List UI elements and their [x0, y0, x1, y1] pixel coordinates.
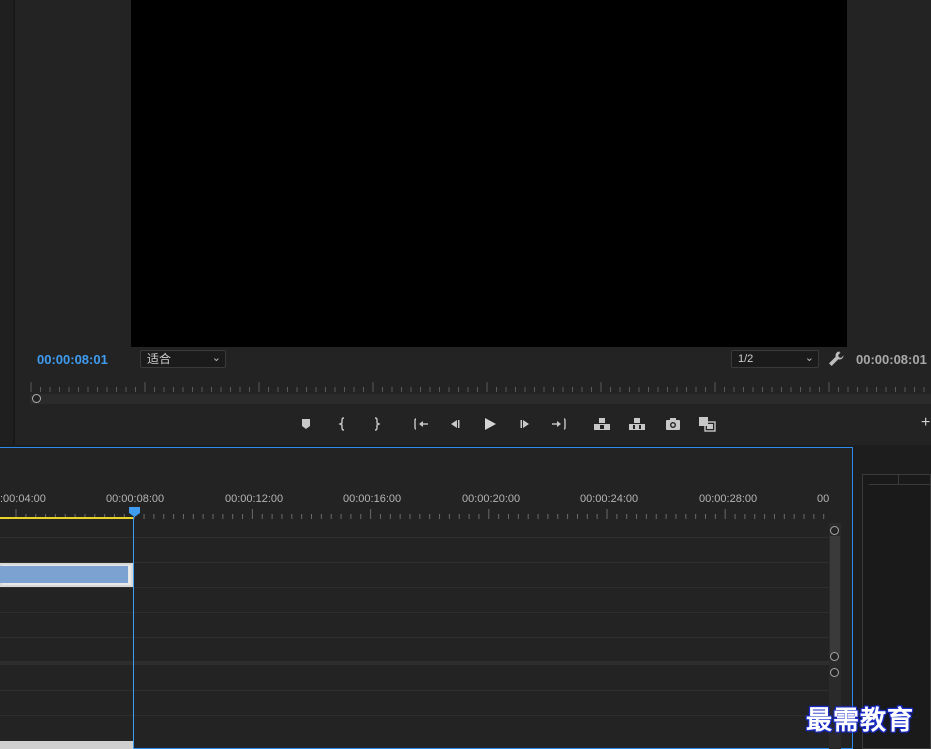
go-to-in-button[interactable] [411, 414, 431, 434]
ruler-label: 00:00:12:00 [225, 493, 284, 505]
watermark-logo: 最需教育 [806, 706, 915, 736]
audio-scroll-top-handle[interactable] [830, 668, 839, 677]
compare-icon [699, 417, 716, 432]
step-back-button[interactable] [445, 414, 465, 434]
go-to-out-icon [552, 418, 566, 430]
ruler-label: :00:04:00 [0, 493, 46, 505]
go-to-in-icon [414, 418, 428, 430]
chevron-down-icon: ⌄ [804, 352, 814, 364]
step-forward-icon [520, 420, 529, 428]
scrollbar-thumb[interactable] [830, 536, 840, 654]
mark-out-icon [374, 417, 381, 431]
extract-button[interactable] [627, 414, 647, 434]
step-forward-button[interactable] [515, 414, 535, 434]
ruler-label: 00:00:28:00 [699, 493, 758, 505]
button-editor-add-button[interactable]: + [921, 414, 930, 432]
ruler-label: 00:00:16:00 [343, 493, 402, 505]
playhead-handle[interactable] [129, 507, 140, 517]
camera-icon [666, 418, 680, 430]
add-marker-button[interactable] [296, 414, 316, 434]
marker-icon [302, 419, 310, 429]
wrench-icon[interactable] [827, 350, 845, 368]
playhead-timecode[interactable]: 00:00:08:01 [37, 352, 108, 367]
video-preview [131, 0, 847, 347]
lift-button[interactable] [592, 414, 612, 434]
track-separator [0, 715, 829, 716]
extract-icon [629, 418, 645, 430]
chevron-down-icon: ⌄ [211, 352, 221, 364]
left-panel-edge [0, 0, 15, 445]
sequence-duration-timecode: 00:00:08:01 [856, 352, 927, 367]
zoom-level-select[interactable]: 适合 ⌄ [140, 350, 226, 368]
go-to-out-button[interactable] [549, 414, 569, 434]
lift-icon [594, 418, 610, 430]
zoom-level-value: 适合 [147, 352, 172, 366]
mark-in-button[interactable] [333, 414, 353, 434]
timeline-ruler-labels: :00:04:00 00:00:08:00 00:00:12:00 00:00:… [0, 493, 853, 507]
audio-clip[interactable] [0, 741, 134, 749]
scroll-bottom-handle[interactable] [830, 652, 839, 661]
comparison-view-button[interactable] [697, 414, 717, 434]
mark-in-icon [338, 417, 345, 431]
ruler-label: 00:00:20:00 [462, 493, 521, 505]
audio-meters-divider [898, 474, 899, 484]
play-icon [485, 418, 496, 430]
track-separator [0, 537, 829, 538]
track-separator [0, 612, 829, 613]
video-audio-divider[interactable] [0, 661, 829, 665]
mark-out-button[interactable] [366, 414, 386, 434]
video-clip-body [0, 566, 128, 583]
ruler-label: 00:00:24:00 [580, 493, 639, 505]
audio-meters-header [869, 474, 931, 485]
playback-resolution-select[interactable]: 1/2 ⌄ [731, 350, 819, 368]
step-back-icon [451, 420, 460, 428]
ruler-label: 00 [817, 493, 830, 505]
play-button[interactable] [480, 414, 500, 434]
monitor-scrub-bar[interactable] [30, 394, 931, 404]
export-frame-button[interactable] [663, 414, 683, 434]
playhead-line [133, 517, 134, 749]
track-separator [0, 637, 829, 638]
resolution-value: 1/2 [738, 353, 754, 365]
track-separator [0, 587, 829, 588]
scroll-top-handle[interactable] [830, 526, 839, 535]
zoom-handle[interactable] [32, 394, 41, 403]
work-area-bar[interactable] [0, 517, 134, 519]
track-separator [0, 690, 829, 691]
ruler-label: 00:00:08:00 [106, 493, 165, 505]
